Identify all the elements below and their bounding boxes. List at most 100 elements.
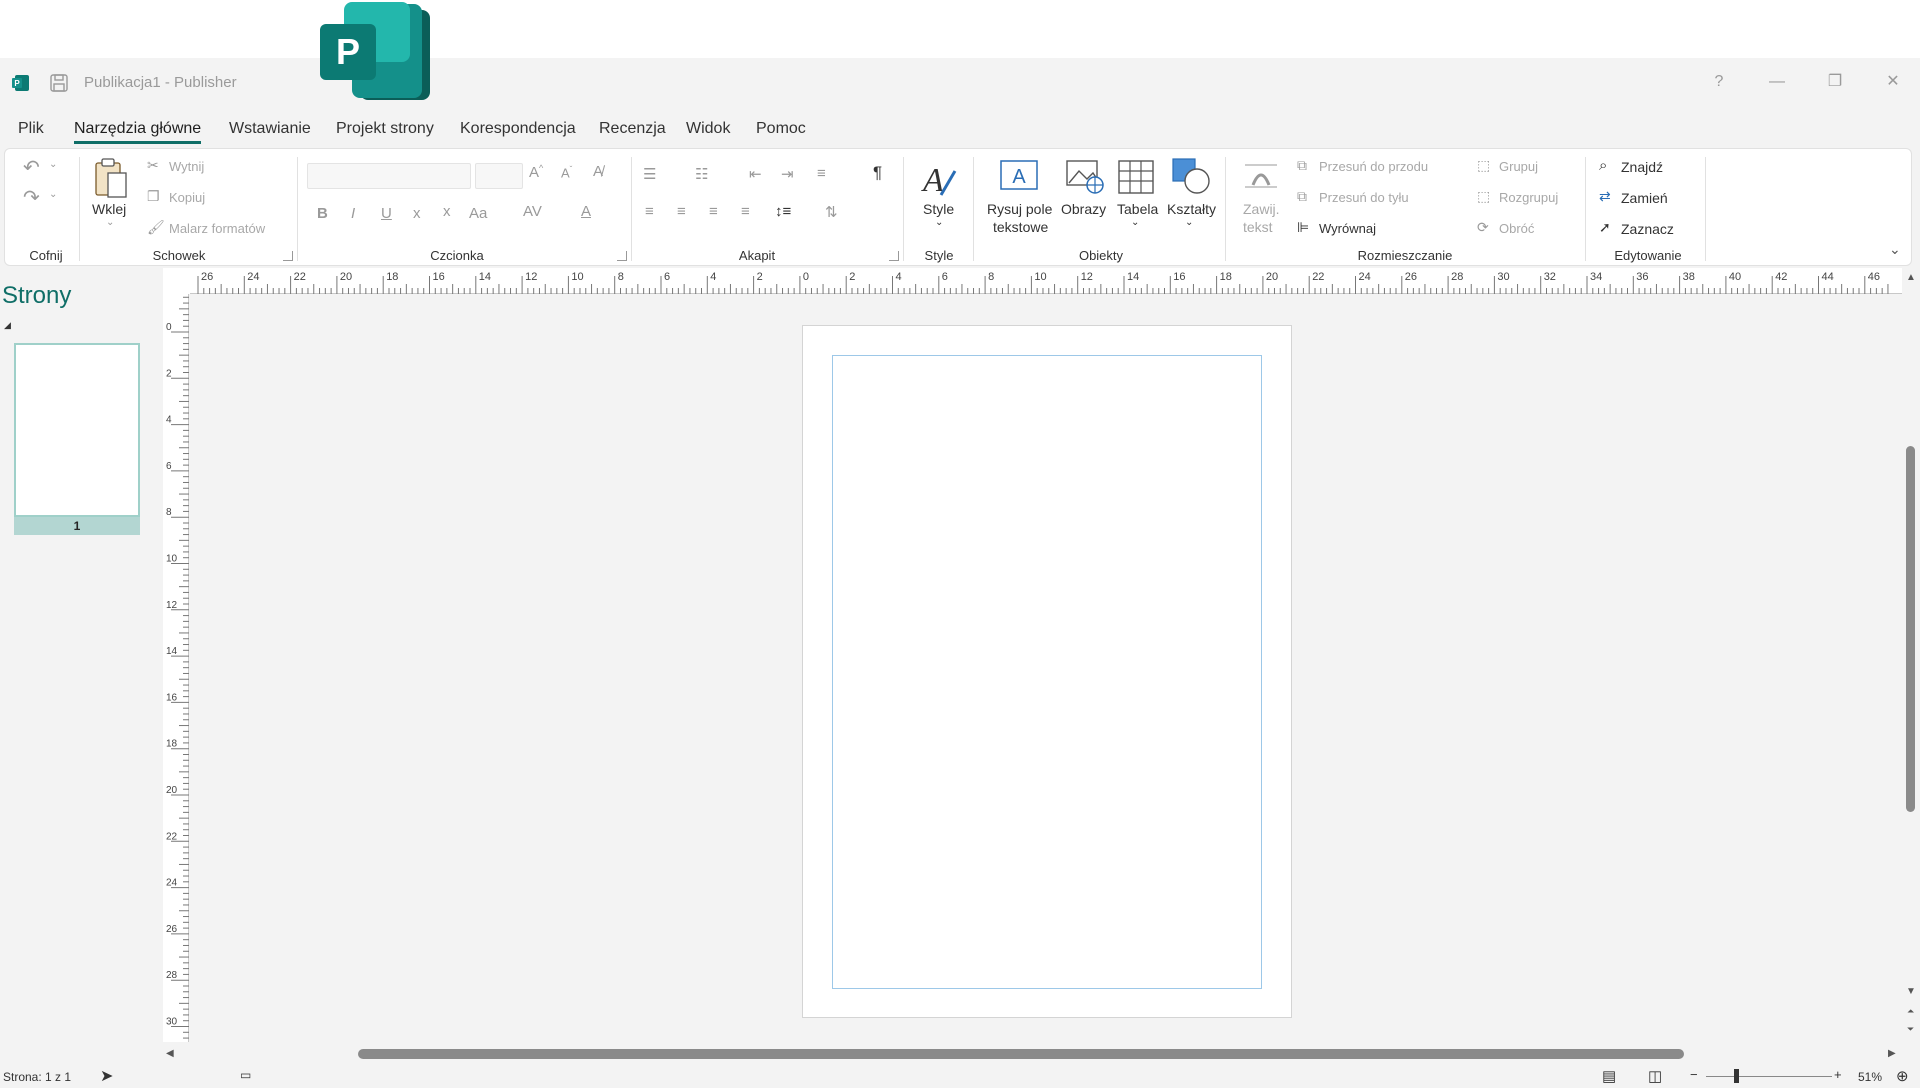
table-icon[interactable] <box>1117 159 1155 195</box>
tab-insert[interactable]: Wstawianie <box>229 120 311 138</box>
group-icon[interactable]: ⬚ <box>1477 157 1490 174</box>
align-button[interactable]: Wyrównaj <box>1319 221 1376 236</box>
font-size-combo[interactable] <box>475 163 523 189</box>
select-button[interactable]: Zaznacz <box>1621 221 1674 237</box>
align-center-icon[interactable]: ≡ <box>677 203 686 220</box>
table-button[interactable]: Tabela <box>1117 201 1158 217</box>
page-thumbnail[interactable] <box>14 343 140 517</box>
font-name-combo[interactable] <box>307 163 471 189</box>
tab-view[interactable]: Widok <box>686 120 730 138</box>
cut-icon[interactable]: ✂ <box>147 157 159 174</box>
find-icon[interactable]: ⌕ <box>1599 157 1607 174</box>
next-page-icon[interactable]: ⏷ <box>1907 1024 1914 1035</box>
tab-mailings[interactable]: Korespondencja <box>460 120 576 138</box>
zoom-in-button[interactable]: + <box>1834 1067 1842 1082</box>
collapse-ribbon-icon[interactable]: ⌄ <box>1889 241 1901 258</box>
styles-dropdown-icon[interactable]: ⌄ <box>935 217 943 228</box>
styles-button[interactable]: Style <box>923 201 954 217</box>
styles-icon[interactable]: A <box>919 157 959 199</box>
increase-indent-icon[interactable]: ⇥ <box>781 165 794 183</box>
bring-forward-button[interactable]: Przesuń do przodu <box>1319 159 1428 174</box>
paragraph-dialog-launcher[interactable] <box>889 251 899 261</box>
replace-icon[interactable]: ⇄ <box>1599 188 1611 205</box>
character-spacing-button[interactable]: AV <box>523 203 542 220</box>
justify-icon[interactable]: ≡ <box>741 203 750 220</box>
shapes-button[interactable]: Kształty <box>1167 201 1216 217</box>
copy-icon[interactable]: ❐ <box>147 188 160 205</box>
restore-button[interactable]: ❐ <box>1820 70 1850 94</box>
align-left-icon[interactable]: ≡ <box>645 203 654 220</box>
replace-button[interactable]: Zamień <box>1621 190 1668 206</box>
paste-button[interactable]: Wklej <box>92 201 126 217</box>
draw-textbox-icon[interactable]: A <box>999 159 1039 195</box>
bring-forward-icon[interactable]: ⧉ <box>1297 157 1307 174</box>
numbering-icon[interactable]: ☷ <box>695 165 708 183</box>
page-count-status[interactable]: Strona: 1 z 1 <box>3 1070 71 1084</box>
bold-button[interactable]: B <box>317 205 328 222</box>
underline-button[interactable]: U <box>381 205 392 222</box>
undo-icon[interactable]: ↶ <box>23 155 40 180</box>
show-formatting-icon[interactable]: ¶ <box>873 163 882 183</box>
two-page-view-icon[interactable]: ◫ <box>1648 1067 1662 1085</box>
horizontal-scrollbar-thumb[interactable] <box>358 1049 1684 1059</box>
paste-icon[interactable] <box>93 157 129 199</box>
redo-icon[interactable]: ↷ <box>23 185 40 210</box>
wrap-text-label-1[interactable]: Zawij. <box>1243 201 1280 217</box>
paragraph-spacing-icon[interactable]: ⇅ <box>825 203 838 221</box>
copy-button[interactable]: Kopiuj <box>169 190 205 205</box>
save-icon[interactable] <box>50 74 68 92</box>
rotate-icon[interactable]: ⟳ <box>1477 219 1489 236</box>
clear-formatting-icon[interactable]: A̸ <box>593 163 603 180</box>
shapes-icon[interactable] <box>1171 157 1211 195</box>
ungroup-button[interactable]: Rozgrupuj <box>1499 190 1558 205</box>
align-icon[interactable]: ⊫ <box>1297 219 1309 236</box>
ungroup-icon[interactable]: ⬚ <box>1477 188 1490 205</box>
scroll-right-icon[interactable]: ▶ <box>1888 1048 1896 1059</box>
shapes-dropdown-icon[interactable]: ⌄ <box>1185 217 1193 228</box>
scroll-up-icon[interactable]: ▲ <box>1906 272 1916 283</box>
change-case-button[interactable]: Aa <box>469 205 487 222</box>
zoom-level[interactable]: 51% <box>1858 1070 1882 1084</box>
line-spacing-icon[interactable]: ↕≡ <box>775 203 791 220</box>
send-backward-button[interactable]: Przesuń do tyłu <box>1319 190 1409 205</box>
horizontal-ruler[interactable]: 26 24 22 20 18 16 14 12 10 8 6 4 2 0 2 4 6 8 10 12 14 16 18 20 2… <box>190 268 1902 294</box>
zoom-out-button[interactable]: − <box>1690 1067 1698 1082</box>
vertical-scrollbar-thumb[interactable] <box>1906 446 1915 812</box>
fit-page-icon[interactable]: ⊕ <box>1896 1067 1909 1085</box>
shrink-font-icon[interactable]: Aˇ <box>561 165 572 180</box>
font-color-button[interactable]: A <box>581 203 591 220</box>
app-icon[interactable]: P <box>12 74 30 92</box>
tab-help[interactable]: Pomoc <box>756 120 806 138</box>
rotate-button[interactable]: Obróć <box>1499 221 1534 236</box>
paste-dropdown-icon[interactable]: ⌄ <box>106 217 114 228</box>
undo-dropdown-icon[interactable]: ⌄ <box>49 159 57 170</box>
superscript-button[interactable]: x <box>443 203 451 220</box>
cut-button[interactable]: Wytnij <box>169 159 204 174</box>
wrap-text-icon[interactable] <box>1243 159 1279 191</box>
wrap-text-label-2[interactable]: tekst <box>1243 219 1273 235</box>
help-button[interactable]: ? <box>1704 70 1734 94</box>
scroll-left-icon[interactable]: ◀ <box>166 1048 174 1059</box>
format-painter-icon[interactable]: 🖌 <box>147 219 165 236</box>
subscript-button[interactable]: x <box>413 205 421 222</box>
tab-home[interactable]: Narzędzia główne <box>74 120 202 144</box>
select-icon[interactable]: ➚ <box>1599 219 1611 236</box>
find-button[interactable]: Znajdź <box>1621 159 1663 175</box>
decrease-indent-icon[interactable]: ⇤ <box>749 165 762 183</box>
align-right-icon[interactable]: ≡ <box>709 203 718 220</box>
close-button[interactable]: ✕ <box>1878 70 1908 94</box>
table-dropdown-icon[interactable]: ⌄ <box>1131 217 1139 228</box>
zoom-slider-thumb[interactable] <box>1734 1069 1739 1083</box>
draw-textbox-label-1[interactable]: Rysuj pole <box>987 201 1052 217</box>
italic-button[interactable]: I <box>351 205 355 222</box>
group-button[interactable]: Grupuj <box>1499 159 1538 174</box>
grow-font-icon[interactable]: A^ <box>529 163 543 181</box>
columns-icon[interactable]: ≡ <box>817 165 826 182</box>
send-backward-icon[interactable]: ⧉ <box>1297 188 1307 205</box>
pictures-icon[interactable] <box>1065 159 1105 195</box>
collapse-panel-icon[interactable]: ◢ <box>4 320 11 331</box>
previous-page-icon[interactable]: ⏶ <box>1907 1006 1914 1017</box>
redo-dropdown-icon[interactable]: ⌄ <box>49 189 57 200</box>
single-page-view-icon[interactable]: ▤ <box>1602 1067 1616 1085</box>
pictures-button[interactable]: Obrazy <box>1061 201 1106 217</box>
